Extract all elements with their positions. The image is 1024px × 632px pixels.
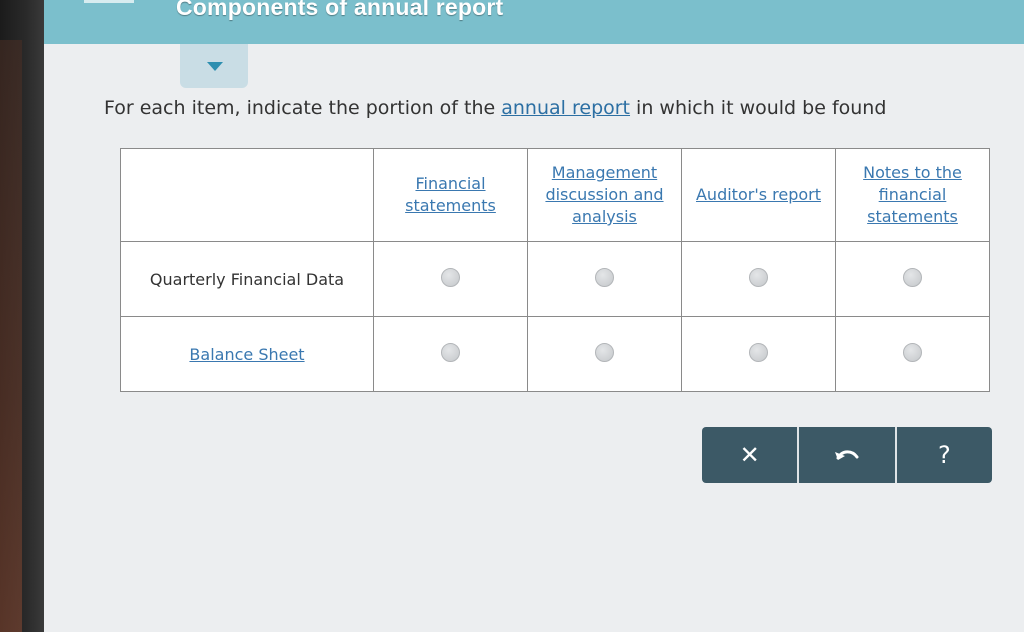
column-header-management-discussion[interactable]: Management discussion and analysis — [527, 148, 682, 242]
cell — [373, 241, 528, 317]
cell — [681, 241, 836, 317]
help-button[interactable]: ? — [894, 427, 992, 483]
screen: Components of annual report For each ite… — [44, 0, 1024, 632]
row-label-balance-sheet[interactable]: Balance Sheet — [120, 316, 374, 392]
radio-button[interactable] — [749, 342, 768, 362]
row-label-quarterly-financial-data: Quarterly Financial Data — [120, 241, 374, 317]
corner-cell — [120, 148, 374, 242]
header-bar: Components of annual report — [44, 0, 1024, 44]
caret-down-icon — [207, 62, 223, 71]
annual-report-link[interactable]: annual report — [501, 97, 630, 119]
cell — [527, 241, 682, 317]
undo-icon — [834, 450, 859, 460]
column-header-notes[interactable]: Notes to the financial statements — [835, 148, 990, 242]
table-row: Balance Sheet — [120, 316, 990, 392]
column-header-auditors-report[interactable]: Auditor's report — [681, 148, 836, 242]
close-icon: ✕ — [739, 441, 760, 469]
instruction-text: For each item, indicate the portion of t… — [104, 97, 886, 119]
help-icon: ? — [937, 441, 951, 469]
radio-button[interactable] — [903, 267, 922, 287]
column-header-financial-statements[interactable]: Financial statements — [373, 148, 528, 242]
radio-button[interactable] — [441, 267, 460, 287]
table-row: Quarterly Financial Data — [120, 241, 990, 317]
undo-button[interactable] — [797, 427, 894, 483]
menu-dash-icon — [84, 0, 134, 3]
collapse-toggle-button[interactable] — [180, 44, 248, 88]
radio-button[interactable] — [903, 342, 922, 362]
cell — [835, 241, 990, 317]
cell — [527, 316, 682, 392]
page-title: Components of annual report — [176, 0, 504, 20]
radio-button[interactable] — [595, 342, 614, 362]
device-edge — [0, 40, 22, 632]
instruction-after: in which it would be found — [630, 97, 887, 119]
radio-button[interactable] — [749, 267, 768, 287]
header-row: Financial statements Management discussi… — [120, 148, 990, 242]
matching-table: Financial statements Management discussi… — [120, 148, 990, 392]
clear-button[interactable]: ✕ — [702, 427, 797, 483]
instruction-before: For each item, indicate the portion of t… — [104, 97, 502, 119]
cell — [835, 316, 990, 392]
radio-button[interactable] — [595, 267, 614, 287]
cell — [681, 316, 836, 392]
answer-toolbar: ✕ ? — [702, 427, 992, 483]
radio-button[interactable] — [441, 342, 460, 362]
cell — [373, 316, 528, 392]
